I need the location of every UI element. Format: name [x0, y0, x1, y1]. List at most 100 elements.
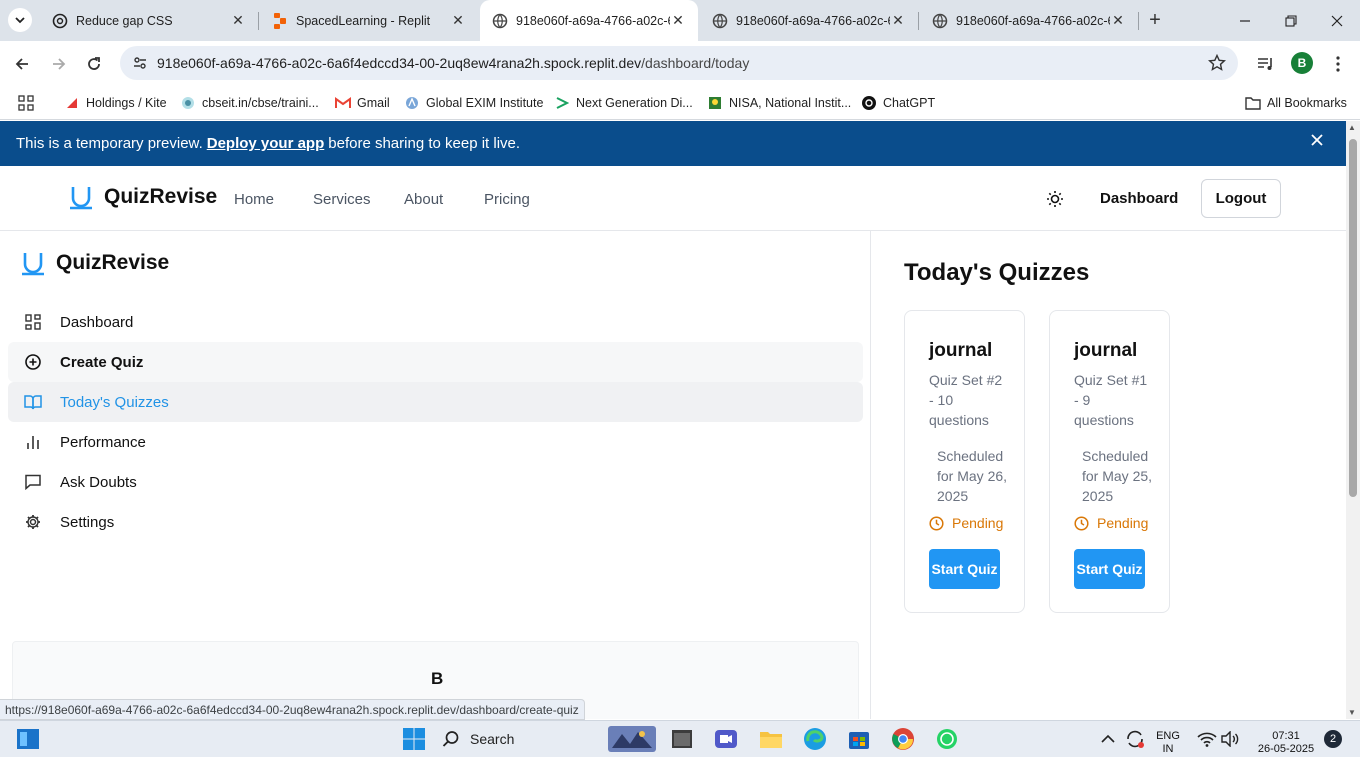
- chatgpt-icon: [861, 95, 877, 111]
- close-tab-icon[interactable]: ✕: [450, 12, 466, 29]
- show-hidden-icons-button[interactable]: [1098, 726, 1118, 752]
- bookmark-global-exim[interactable]: Global EXIM Institute: [404, 92, 543, 114]
- bookmark-label: Holdings / Kite: [86, 96, 167, 110]
- store-icon: [849, 732, 869, 749]
- taskbar-app-store[interactable]: [846, 726, 872, 752]
- taskbar-app-whatsapp[interactable]: [934, 726, 960, 752]
- clock[interactable]: 07:31 26-05-2025: [1253, 730, 1319, 756]
- clock-icon: [1074, 515, 1089, 531]
- reload-button[interactable]: [81, 51, 107, 77]
- bookmark-holdings-kite[interactable]: Holdings / Kite: [64, 92, 167, 114]
- sidebar-item-todays-quizzes[interactable]: Today's Quizzes: [8, 382, 863, 422]
- brand-name: QuizRevise: [104, 185, 218, 208]
- tab-title: 918e060f-a69a-4766-a02c-6: [516, 13, 670, 28]
- taskbar-search[interactable]: Search: [442, 725, 514, 753]
- taskbar-app-edge[interactable]: [802, 726, 828, 752]
- close-icon: [1311, 134, 1323, 146]
- all-bookmarks-button[interactable]: All Bookmarks: [1245, 92, 1347, 114]
- deploy-app-link[interactable]: Deploy your app: [207, 135, 325, 152]
- quiz-status: Pending: [929, 515, 1003, 531]
- bookmark-next-generation[interactable]: Next Generation Di...: [554, 92, 693, 114]
- taskbar-app-terminal[interactable]: [669, 726, 695, 752]
- scrollbar-thumb[interactable]: [1349, 139, 1357, 497]
- folder-icon: [1245, 95, 1261, 111]
- widgets-icon: [17, 729, 39, 749]
- globe-icon: [932, 13, 948, 29]
- chevron-down-icon: [15, 17, 25, 24]
- folder-icon: [760, 732, 782, 748]
- back-button[interactable]: [9, 51, 35, 77]
- start-button[interactable]: [401, 726, 427, 752]
- theme-toggle-sun-icon[interactable]: [1046, 190, 1064, 208]
- sidebar-brand[interactable]: QuizRevise: [20, 250, 169, 276]
- media-controls-button[interactable]: [1253, 51, 1279, 77]
- widgets-button[interactable]: [15, 726, 41, 752]
- tab-active-preview[interactable]: 918e060f-a69a-4766-a02c-6 ✕: [480, 0, 698, 41]
- apps-button[interactable]: [18, 92, 34, 114]
- bookmark-nisa[interactable]: NISA, National Instit...: [707, 92, 851, 114]
- nav-home[interactable]: Home: [234, 191, 274, 208]
- close-banner-button[interactable]: [1310, 133, 1324, 147]
- new-tab-button[interactable]: +: [1144, 9, 1166, 31]
- logo-u-icon: [70, 187, 92, 210]
- sidebar-item-create-quiz[interactable]: Create Quiz: [8, 342, 863, 382]
- forward-button[interactable]: [46, 51, 72, 77]
- header-brand[interactable]: QuizRevise: [68, 184, 217, 210]
- sidebar-item-label: Ask Doubts: [60, 473, 137, 491]
- quiz-status: Pending: [1074, 515, 1148, 531]
- input-language[interactable]: ENG IN: [1155, 730, 1181, 756]
- close-tab-icon[interactable]: ✕: [670, 12, 686, 29]
- header-dashboard-link[interactable]: Dashboard: [1100, 190, 1178, 207]
- close-tab-icon[interactable]: ✕: [230, 12, 246, 29]
- taskbar-app-chrome[interactable]: [890, 726, 916, 752]
- tab-title: 918e060f-a69a-4766-a02c-6: [736, 13, 890, 28]
- nav-about[interactable]: About: [404, 191, 443, 208]
- taskbar-app-meet[interactable]: [713, 726, 739, 752]
- quiz-card: journal Quiz Set #1 - 9 questions Schedu…: [1049, 310, 1170, 613]
- nav-services[interactable]: Services: [313, 191, 371, 208]
- tab-title: Reduce gap CSS: [76, 13, 173, 28]
- sidebar-item-dashboard[interactable]: Dashboard: [8, 302, 863, 342]
- site-info-icon[interactable]: [132, 55, 148, 71]
- tab-preview-2[interactable]: 918e060f-a69a-4766-a02c-6 ✕: [700, 0, 918, 41]
- taskbar-app-file-explorer[interactable]: [758, 726, 784, 752]
- address-bar[interactable]: 918e060f-a69a-4766-a02c-6a6f4edccd34-00-…: [120, 46, 1238, 80]
- search-highlight-image[interactable]: [608, 726, 656, 752]
- start-quiz-button[interactable]: Start Quiz: [1074, 549, 1145, 589]
- start-quiz-button[interactable]: Start Quiz: [929, 549, 1000, 589]
- close-window-button[interactable]: [1314, 0, 1360, 41]
- sidebar-item-ask-doubts[interactable]: Ask Doubts: [8, 462, 863, 502]
- volume-button[interactable]: [1217, 726, 1243, 752]
- restore-button[interactable]: [1268, 0, 1314, 41]
- nav-pricing[interactable]: Pricing: [484, 191, 530, 208]
- tab-preview-3[interactable]: 918e060f-a69a-4766-a02c-6 ✕: [920, 0, 1138, 41]
- close-tab-icon[interactable]: ✕: [1110, 12, 1126, 29]
- bookmark-star-icon[interactable]: [1208, 54, 1226, 72]
- sidebar-item-settings[interactable]: Settings: [8, 502, 863, 542]
- logo-u-icon: [22, 253, 44, 276]
- sidebar-item-performance[interactable]: Performance: [8, 422, 863, 462]
- bookmark-chatgpt[interactable]: ChatGPT: [861, 92, 935, 114]
- logout-button[interactable]: Logout: [1201, 179, 1281, 218]
- tab-search-button[interactable]: [8, 8, 32, 32]
- scroll-up-arrow-icon[interactable]: ▲: [1348, 123, 1356, 132]
- bookmark-cbseit[interactable]: cbseit.in/cbse/traini...: [180, 92, 319, 114]
- tab-reduce-gap-css[interactable]: Reduce gap CSS ✕: [40, 0, 258, 41]
- close-tab-icon[interactable]: ✕: [890, 12, 906, 29]
- quiz-subtitle: Quiz Set #2 - 10 questions: [929, 372, 1003, 428]
- scroll-down-arrow-icon[interactable]: ▼: [1348, 708, 1356, 717]
- browser-menu-button[interactable]: [1325, 51, 1351, 77]
- network-status-button[interactable]: [1122, 726, 1148, 752]
- volume-icon: [1221, 731, 1239, 747]
- quiz-title: journal: [1074, 340, 1138, 361]
- grid-icon: [24, 313, 42, 331]
- queue-music-icon: [1258, 58, 1272, 70]
- profile-avatar[interactable]: B: [1291, 52, 1313, 74]
- kite-icon: [64, 95, 80, 111]
- tab-divider: [1138, 12, 1139, 30]
- minimize-button[interactable]: [1222, 0, 1268, 41]
- bookmark-gmail[interactable]: Gmail: [335, 92, 390, 114]
- tab-spacedlearning-replit[interactable]: SpacedLearning - Replit ✕: [260, 0, 478, 41]
- notification-badge[interactable]: 2: [1324, 730, 1342, 748]
- page-scrollbar[interactable]: ▲ ▼: [1346, 121, 1360, 719]
